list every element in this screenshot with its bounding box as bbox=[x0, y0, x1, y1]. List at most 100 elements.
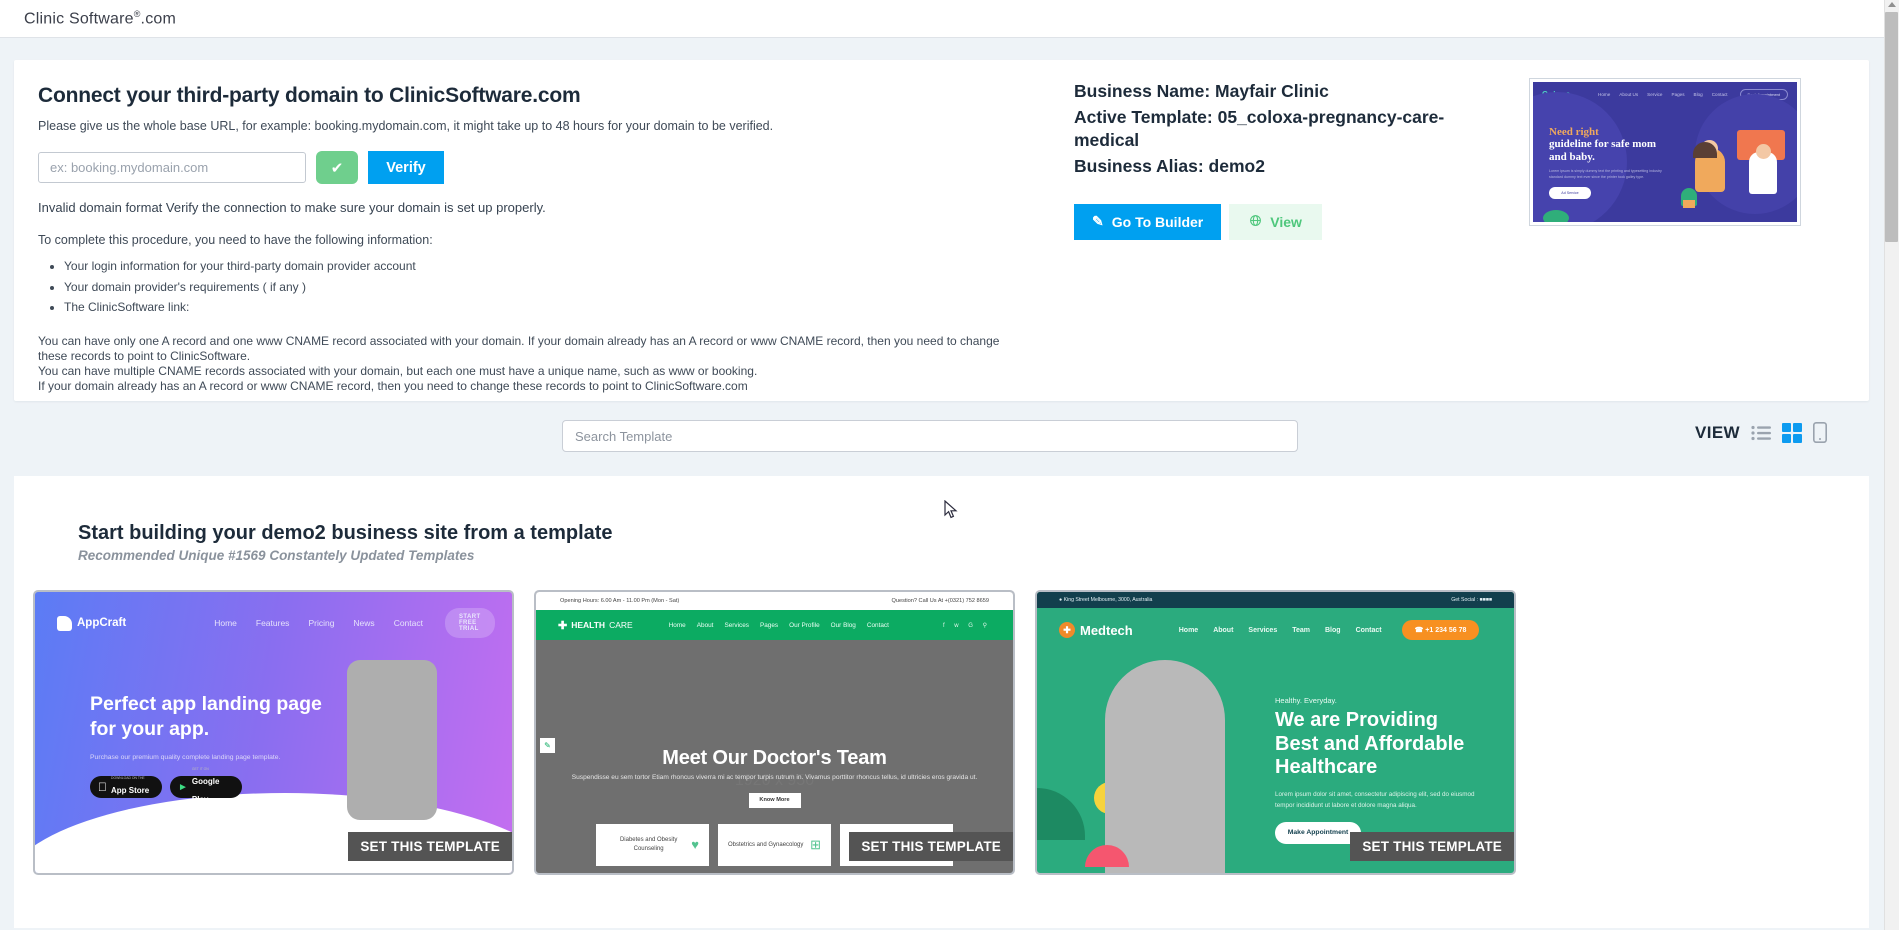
list-item: Your login information for your third-pa… bbox=[64, 259, 1044, 275]
page-root: Clinic Software®.com Connect your third-… bbox=[0, 0, 1899, 930]
medtech-logo-icon: ✚ bbox=[1059, 622, 1075, 638]
social-label: Get Social : ■■■■ bbox=[1451, 597, 1492, 603]
templates-subtitle: Recommended Unique #1569 Constantely Upd… bbox=[78, 548, 475, 563]
healthcare-logo-bold: HEALTH bbox=[571, 620, 606, 630]
thumbnail-hero: Need right guideline for safe mom and ba… bbox=[1549, 126, 1669, 200]
domain-input[interactable] bbox=[38, 152, 306, 183]
scrollbar-thumb[interactable] bbox=[1885, 12, 1898, 242]
page-scrollbar[interactable] bbox=[1884, 0, 1899, 930]
nav-link: Contact bbox=[1355, 626, 1382, 634]
nav-link: Home bbox=[668, 621, 686, 629]
confirm-check-button[interactable]: ✔ bbox=[316, 151, 358, 184]
google-play-small: GET IT ON bbox=[191, 767, 209, 772]
brand-tld: .com bbox=[140, 10, 177, 28]
nav-link: Contact bbox=[393, 618, 423, 628]
phone-mockup bbox=[347, 660, 437, 820]
list-item: The ClinicSoftware link: bbox=[64, 300, 1044, 316]
nav-link: Services bbox=[1248, 626, 1278, 634]
domain-input-row: ✔ Verify bbox=[38, 151, 1044, 184]
nav-link: Services bbox=[724, 621, 749, 629]
nav-link: About Us bbox=[1619, 92, 1639, 97]
medtech-logo: ✚ Medtech bbox=[1059, 622, 1133, 638]
set-this-template-button[interactable]: SET THIS TEMPLATE bbox=[1350, 832, 1514, 861]
verify-button[interactable]: Verify bbox=[368, 151, 444, 184]
apple-icon:  bbox=[98, 780, 107, 794]
template-card-medtech[interactable]: ● King Street Melbourne, 3000, Australia… bbox=[1035, 590, 1516, 875]
hero-headline: We are Providing Best and Affordable Hea… bbox=[1275, 709, 1465, 779]
thumbnail-nav-links: Home About Us Service Pages Blog Contact bbox=[1598, 92, 1728, 97]
decorative-blob bbox=[1543, 210, 1569, 222]
scroll-up-arrow-icon[interactable] bbox=[1888, 2, 1896, 7]
mobile-view-icon[interactable] bbox=[1813, 422, 1827, 443]
app-store-badges:  DOWNLOAD ON THE App Store ► GET IT ON … bbox=[90, 767, 340, 804]
hero-headline: guideline for safe mom and baby. bbox=[1549, 138, 1657, 163]
hero-headline: Perfect app landing page for your app. bbox=[90, 693, 322, 740]
page-subtitle: Please give us the whole base URL, for e… bbox=[38, 119, 774, 133]
brand-logo[interactable]: Clinic Software®.com bbox=[24, 9, 176, 28]
hero-paragraph: Suspendisse eu sem tortor Etiam rhoncus … bbox=[571, 774, 978, 781]
nav-link: Pages bbox=[759, 621, 779, 629]
nav-link: Service bbox=[1647, 92, 1663, 97]
template-card-appcraft[interactable]: AppCraft Home Features Pricing News Cont… bbox=[33, 590, 514, 875]
nav-link: Pages bbox=[1671, 92, 1685, 97]
hero-accent: Need right bbox=[1549, 126, 1599, 138]
go-to-builder-button[interactable]: ✎ Go To Builder bbox=[1074, 203, 1222, 240]
template-card-grid: AppCraft Home Features Pricing News Cont… bbox=[14, 563, 1869, 875]
nav-link: Home bbox=[214, 618, 237, 628]
healthcare-logo-light: CARE bbox=[609, 620, 633, 630]
hero-headline: Meet Our Doctor's Team bbox=[662, 747, 887, 769]
card-nav-links: Home About Services Team Blog Contact bbox=[1179, 627, 1382, 634]
card-hero: Healthy. Everyday. We are Providing Best… bbox=[1275, 696, 1485, 844]
nav-link: Features bbox=[255, 618, 290, 628]
template-card-healthcare[interactable]: Opening Hours: 6.00 Am - 11.00 Pm (Mon -… bbox=[534, 590, 1015, 875]
social-icons: f w G ⚲ bbox=[942, 622, 991, 629]
view-site-label: View bbox=[1270, 213, 1302, 230]
check-icon: ✔ bbox=[330, 159, 344, 177]
make-appointment-button: Make Appointment bbox=[1275, 821, 1361, 844]
dns-notes: You can have only one A record and one w… bbox=[38, 334, 1044, 394]
active-template-name: Active Template: 05_coloxa-pregnancy-car… bbox=[1074, 107, 1445, 150]
nav-link: Our Profile bbox=[789, 621, 820, 629]
nav-link: Home bbox=[1178, 626, 1199, 634]
validation-message: Invalid domain format Verify the connect… bbox=[38, 200, 546, 215]
view-toggle-group: VIEW bbox=[1695, 422, 1827, 443]
google-play-badge: ► GET IT ON Google Play bbox=[170, 767, 242, 804]
nav-link: Pricing bbox=[308, 618, 335, 628]
nav-link: News bbox=[353, 618, 375, 628]
contact-phone: Question? Call Us At +(0321) 752 8659 bbox=[891, 598, 990, 604]
card-nav: ✚ HEALTH CARE Home About Services Pages O… bbox=[536, 610, 1013, 640]
appcraft-logo: AppCraft bbox=[57, 615, 127, 631]
service-card: Diabetes and Obesity Counseling ♥ bbox=[596, 823, 709, 866]
view-site-button[interactable]: View bbox=[1229, 203, 1322, 240]
card-hero: Perfect app landing page for your app. P… bbox=[90, 692, 340, 804]
nav-link: Team bbox=[1292, 626, 1310, 634]
doctor-head bbox=[1756, 144, 1771, 159]
templates-title: Start building your demo2 business site … bbox=[78, 522, 613, 544]
nav-link: About bbox=[1213, 626, 1234, 634]
hero-paragraph: Lorem ipsum dolor sit amet, consectetur … bbox=[1275, 790, 1475, 809]
decorative-leaf bbox=[1037, 788, 1085, 840]
search-input[interactable] bbox=[562, 420, 1298, 452]
appcraft-logo-icon bbox=[57, 615, 72, 631]
card-nav: ✚ Medtech Home About Services Team Blog … bbox=[1037, 608, 1514, 652]
nav-link: Home bbox=[1598, 92, 1611, 97]
hero-paragraph: Purchase our premium quality complete la… bbox=[90, 753, 281, 761]
plant-pot bbox=[1683, 200, 1695, 208]
card-nav-links: Home Features Pricing News Contact bbox=[214, 618, 423, 628]
nav-link: Our Blog bbox=[830, 621, 856, 629]
set-this-template-button[interactable]: SET THIS TEMPLATE bbox=[849, 832, 1013, 861]
brand-registered-icon: ® bbox=[133, 8, 141, 19]
requirements-list: Your login information for your third-pa… bbox=[64, 259, 1044, 316]
app-store-small: DOWNLOAD ON THE bbox=[102, 776, 145, 781]
active-template-thumbnail[interactable]: Coloxa. Home About Us Service Pages Blog… bbox=[1529, 78, 1801, 226]
set-this-template-button[interactable]: SET THIS TEMPLATE bbox=[348, 832, 512, 861]
procedure-text: To complete this procedure, you need to … bbox=[38, 233, 433, 247]
list-view-icon[interactable] bbox=[1751, 425, 1771, 441]
appcraft-logo-text: AppCraft bbox=[77, 617, 127, 629]
card-topbar: ● King Street Melbourne, 3000, Australia… bbox=[1037, 592, 1514, 608]
address-text: ● King Street Melbourne, 3000, Australia bbox=[1059, 597, 1153, 603]
grid-view-icon[interactable] bbox=[1782, 422, 1802, 443]
person-silhouette bbox=[1105, 660, 1225, 873]
heartbeat-icon: ♥ bbox=[691, 836, 699, 852]
know-more-button: Know More bbox=[748, 792, 801, 808]
